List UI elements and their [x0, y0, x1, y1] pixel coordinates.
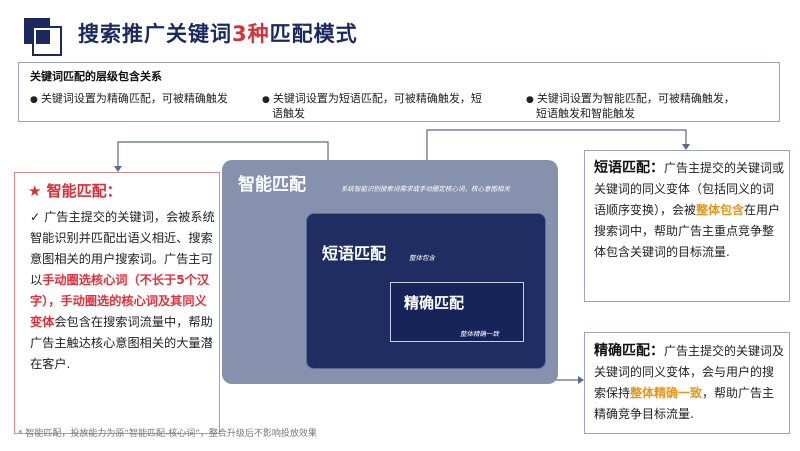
exact-match-box-subtitle: 整体精确一致: [460, 330, 499, 338]
phrase-match-box-subtitle: 整体包含: [409, 254, 435, 262]
footnote: * 智能匹配，投放能力为原“智能匹配-核心词”，整合升级后不影响投放效果: [18, 429, 317, 439]
phrase-match-box-title: 短语匹配: [322, 244, 387, 263]
exact-match-text: 精确匹配：广告主提交的关键词及关键词的同义变体，会与用户的搜索保持整体精确一致，…: [594, 343, 785, 421]
exact-match-box-title: 精确匹配: [404, 294, 465, 312]
smart-match-text: ✓ 广告主提交的关键词，会被系统智能识别并匹配出语义相近、搜索意图相关的用户搜索…: [30, 210, 215, 371]
check-icon: ✓: [30, 210, 41, 224]
exact-match-heading: 精确匹配：: [594, 343, 664, 359]
smart-match-box-subtitle: 系统智能识别搜索词需求或手动圈定核心词，核心意图相关: [341, 185, 510, 193]
phrase-match-text: 短语匹配：广告主提交的关键词或关键词的同义变体（包括同义的词语顺序变换），会被整…: [594, 160, 785, 259]
smart-match-heading: ★ 智能匹配：: [28, 182, 122, 200]
smart-match-box-title: 智能匹配: [238, 175, 306, 195]
phrase-match-heading: 短语匹配：: [594, 160, 664, 176]
